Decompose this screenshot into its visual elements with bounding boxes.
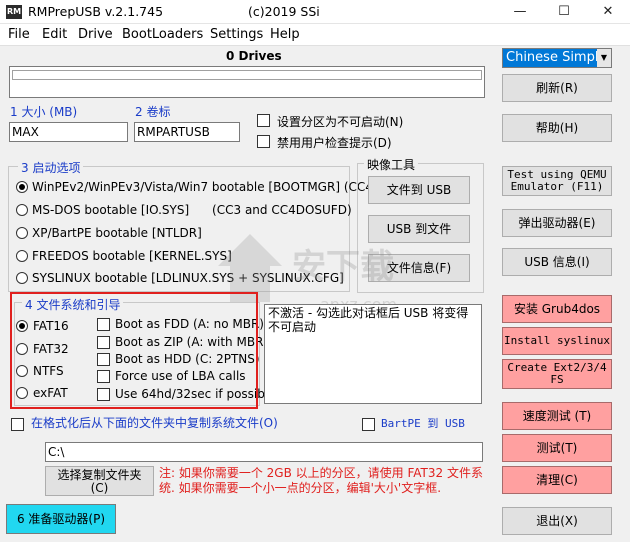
title-bar: RM RMPrepUSB v.2.1.745 (c)2019 SSi — ☐ ✕ — [0, 0, 630, 24]
menu-bar: File Edit Drive BootLoaders Settings Hel… — [0, 24, 630, 46]
copy-files-label: 在格式化后从下面的文件夹中复制系统文件(O) — [31, 416, 278, 430]
copy-folder-field[interactable]: C:\ — [45, 442, 483, 462]
boot-xp-radio[interactable] — [16, 227, 28, 239]
install-grub-button[interactable]: 安装 Grub4dos — [502, 295, 612, 323]
choose-folder-key: (C) — [90, 481, 109, 495]
exit-button[interactable]: 退出(X) — [502, 507, 612, 535]
window-title: RMPrepUSB v.2.1.745 — [28, 4, 164, 19]
test-button[interactable]: 测试(T) — [502, 434, 612, 462]
test-qemu-line2: Emulator (F11) — [510, 180, 604, 193]
language-select[interactable]: Chinese Simplif ▼ — [502, 48, 612, 68]
drive-list[interactable] — [9, 66, 485, 98]
prepare-drive-button[interactable]: 6 准备驱动器(P) — [6, 504, 116, 534]
eject-drive-button[interactable]: 弹出驱动器(E) — [502, 209, 612, 237]
refresh-button[interactable]: 刷新(R) — [502, 74, 612, 102]
menu-drive[interactable]: Drive — [78, 27, 113, 42]
menu-file[interactable]: File — [8, 27, 30, 42]
chevron-down-icon[interactable]: ▼ — [597, 49, 611, 67]
minimize-button[interactable]: — — [498, 0, 542, 24]
boot-winpe-radio[interactable] — [16, 181, 28, 193]
file-to-usb-button[interactable]: 文件到 USB — [368, 176, 470, 204]
test-qemu-button[interactable]: Test using QEMU Emulator (F11) — [502, 166, 612, 196]
warning-text: 注: 如果你需要一个 2GB 以上的分区，请使用 FAT32 文件系统. 如果你… — [159, 466, 483, 495]
speed-test-button[interactable]: 速度测试 (T) — [502, 402, 612, 430]
non-bootable-checkbox[interactable] — [257, 114, 270, 127]
menu-bootloaders[interactable]: BootLoaders — [122, 27, 203, 42]
create-ext-button[interactable]: Create Ext2/3/4 FS — [502, 359, 612, 389]
boot-freedos-radio[interactable] — [16, 250, 28, 262]
help-button[interactable]: 帮助(H) — [502, 114, 612, 142]
menu-edit[interactable]: Edit — [42, 27, 67, 42]
boot-option-label: FREEDOS bootable [KERNEL.SYS] — [32, 249, 232, 263]
clean-button[interactable]: 清理(C) — [502, 466, 612, 494]
boot-syslinux-radio[interactable] — [16, 272, 28, 284]
choose-folder-button[interactable]: 选择复制文件夹 (C) — [45, 466, 154, 496]
non-bootable-label: 设置分区为不可启动(N) — [277, 115, 404, 129]
copyright-text: (c)2019 SSi — [248, 4, 320, 19]
drives-count: 0 Drives — [226, 49, 282, 63]
info-text-box[interactable]: 不激活 - 勾选此对话框后 USB 将变得不可启动 — [264, 304, 482, 404]
install-syslinux-button[interactable]: Install syslinux — [502, 327, 612, 355]
boot-option-label: WinPEv2/WinPEv3/Vista/Win7 bootable [BOO… — [32, 180, 378, 194]
bartpe-label: BartPE 到 USB — [381, 417, 465, 430]
app-logo-icon: RM — [6, 5, 22, 19]
image-tools-title: 映像工具 — [364, 156, 419, 173]
bartpe-checkbox[interactable] — [362, 418, 375, 431]
volume-label: 2 卷标 — [135, 105, 171, 119]
menu-settings[interactable]: Settings — [210, 27, 263, 42]
create-ext-line2: FS — [550, 373, 564, 386]
volume-field[interactable]: RMPARTUSB — [134, 122, 240, 142]
boot-option-label: MS-DOS bootable [IO.SYS] (CC3 and CC4DOS… — [32, 203, 352, 217]
maximize-button[interactable]: ☐ — [542, 0, 586, 24]
watermark-text: 安下载 — [292, 247, 394, 287]
size-field[interactable]: MAX — [9, 122, 128, 142]
size-label: 1 大小 (MB) — [10, 105, 78, 119]
no-prompts-checkbox[interactable] — [257, 135, 270, 148]
copy-files-checkbox[interactable] — [11, 418, 24, 431]
boot-option-label: XP/BartPE bootable [NTLDR] — [32, 226, 202, 240]
no-prompts-label: 禁用用户检查提示(D) — [277, 136, 392, 150]
boot-options-title: 3 启动选项 — [18, 159, 84, 176]
boot-msdos-radio[interactable] — [16, 204, 28, 216]
language-value: Chinese Simplif — [506, 50, 607, 65]
highlight-frame — [10, 292, 258, 409]
menu-help[interactable]: Help — [270, 27, 300, 42]
close-button[interactable]: ✕ — [586, 0, 630, 24]
usb-info-button[interactable]: USB 信息(I) — [502, 248, 612, 276]
